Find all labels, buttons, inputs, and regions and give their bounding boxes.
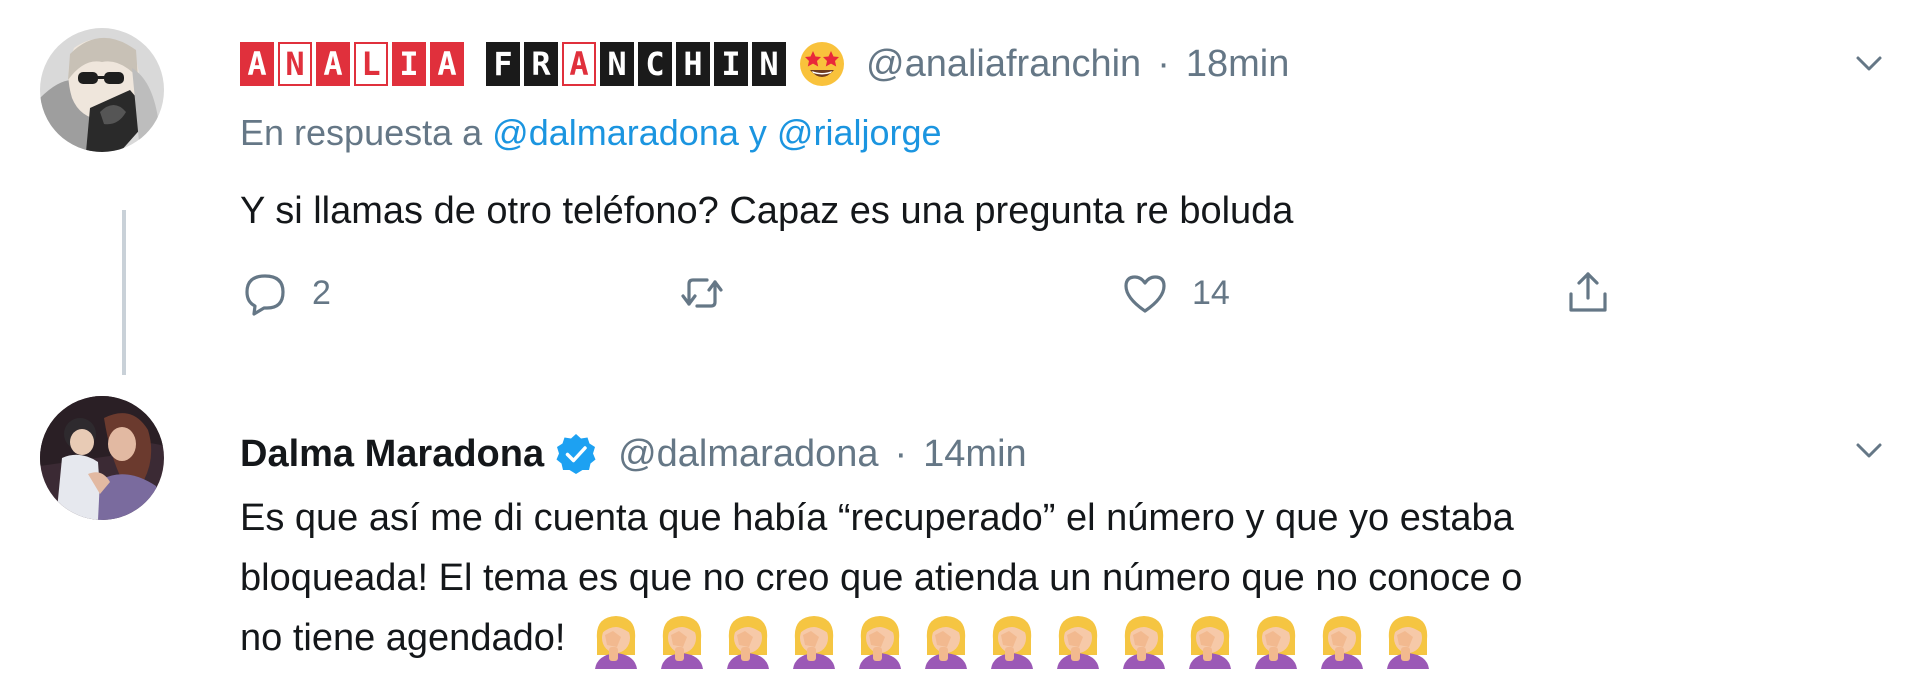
chevron-down-icon[interactable]	[1850, 431, 1888, 469]
separator-dot: ·	[894, 432, 908, 475]
tweet-analiafranchin[interactable]: ANALIAFRANCHIN @analiafranchin · 18min E…	[0, 0, 1920, 395]
tweet-header: ANALIAFRANCHIN @analiafranchin · 18min	[240, 36, 1289, 92]
chevron-down-icon[interactable]	[1850, 44, 1888, 82]
name-tile: A	[316, 42, 350, 86]
woman-facepalming-emoji-icon	[1321, 615, 1364, 669]
name-tile: L	[354, 42, 388, 86]
reply-icon	[245, 274, 285, 316]
tweet-text-line-3-text: no tiene agendado!	[240, 617, 566, 659]
woman-facepalming-emoji-icon	[595, 615, 638, 669]
share-icon	[1569, 272, 1607, 312]
reply-context: En respuesta a @dalmaradona y @rialjorge	[240, 112, 942, 154]
reply-button[interactable]: 2	[240, 268, 331, 318]
woman-facepalming-emoji-icon	[991, 615, 1034, 669]
display-name-analiafranchin[interactable]: ANALIAFRANCHIN	[240, 42, 786, 86]
timestamp[interactable]: 18min	[1186, 43, 1290, 86]
reply-count: 2	[312, 273, 331, 312]
heart-icon	[1124, 275, 1166, 313]
handle[interactable]: @analiafranchin	[866, 43, 1141, 86]
woman-facepalming-emoji-icon	[727, 615, 770, 669]
verified-badge-icon	[556, 434, 596, 474]
avatar-analiafranchin[interactable]	[40, 28, 164, 152]
woman-facepalming-emoji-icon	[1387, 615, 1430, 669]
woman-facepalming-emoji-icon	[925, 615, 968, 669]
name-tile: A	[562, 42, 596, 86]
tweet-text-line-3: no tiene agendado!	[240, 608, 1522, 669]
woman-facepalming-emoji-icon	[793, 615, 836, 669]
name-tile: F	[486, 42, 520, 86]
woman-facepalming-emoji-icon	[1255, 615, 1298, 669]
woman-facepalming-emoji-icon	[1057, 615, 1100, 669]
like-button[interactable]: 14	[1120, 268, 1230, 318]
reply-conjunction: y	[748, 112, 767, 153]
share-button[interactable]	[1563, 268, 1613, 318]
star-struck-emoji-icon	[800, 42, 844, 86]
mention-rialjorge[interactable]: @rialjorge	[777, 112, 942, 153]
name-tile: C	[638, 42, 672, 86]
tweet-text: Y si llamas de otro teléfono? Capaz es u…	[240, 190, 1294, 232]
thread-connector	[122, 210, 126, 375]
name-tile: H	[676, 42, 710, 86]
mention-dalmaradona[interactable]: @dalmaradona	[492, 112, 739, 153]
retweet-button[interactable]	[677, 268, 749, 318]
timestamp[interactable]: 14min	[923, 433, 1027, 476]
facepalm-emoji-row	[589, 611, 1435, 669]
reply-prefix: En respuesta a	[240, 112, 483, 153]
woman-facepalming-emoji-icon	[661, 615, 704, 669]
tweet-text-line-1: Es que así me di cuenta que había “recup…	[240, 497, 1514, 539]
handle[interactable]: @dalmaradona	[618, 433, 878, 476]
avatar-dalmaradona[interactable]	[40, 396, 164, 520]
tweet-header: Dalma Maradona @dalmaradona · 14min	[240, 426, 1027, 482]
name-tile: N	[600, 42, 634, 86]
name-tile: N	[278, 42, 312, 86]
name-tile: A	[430, 42, 464, 86]
name-tile: R	[524, 42, 558, 86]
tweet-text-line-2: bloqueada! El tema es que no creo que at…	[240, 557, 1523, 599]
woman-facepalming-emoji-icon	[859, 615, 902, 669]
display-name[interactable]: Dalma Maradona	[240, 433, 544, 476]
retweet-icon	[681, 278, 723, 308]
like-count: 14	[1192, 273, 1230, 312]
separator-dot: ·	[1157, 42, 1170, 85]
woman-facepalming-emoji-icon	[1123, 615, 1166, 669]
name-tile: I	[392, 42, 426, 86]
name-tile: I	[714, 42, 748, 86]
woman-facepalming-emoji-icon	[1189, 615, 1232, 669]
name-tile: N	[752, 42, 786, 86]
tweet-text: Es que así me di cuenta que había “recup…	[240, 488, 1522, 669]
tweet-dalmaradona[interactable]: Dalma Maradona @dalmaradona · 14min Es q…	[0, 395, 1920, 677]
name-tile: A	[240, 42, 274, 86]
